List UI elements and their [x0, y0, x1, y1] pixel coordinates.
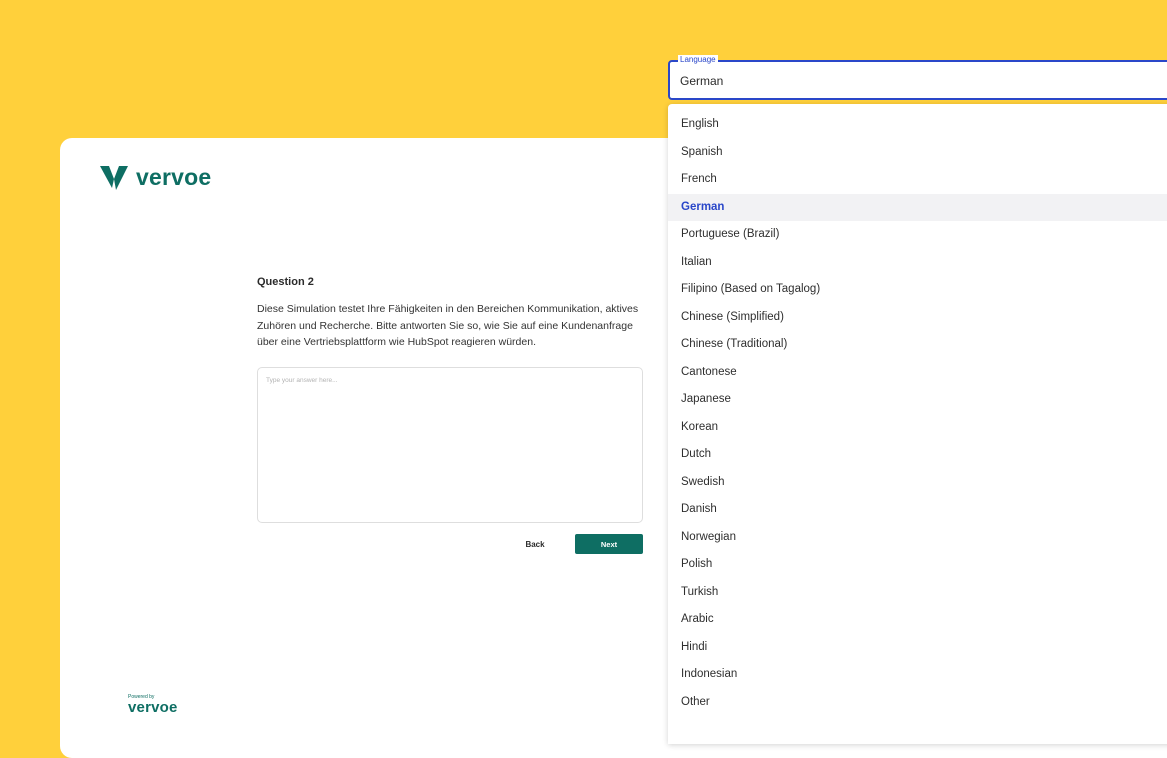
logo-text: vervoe: [136, 164, 212, 190]
question-title: Question 2: [257, 276, 314, 288]
language-option[interactable]: Hindi: [668, 634, 1167, 662]
vervoe-v-icon: [100, 165, 128, 190]
question-block: Question 2 Diese Simulation testet Ihre …: [257, 276, 652, 351]
language-option[interactable]: German: [668, 193, 1167, 221]
language-option[interactable]: Norwegian: [668, 524, 1167, 552]
language-field-label: Language: [678, 55, 718, 65]
language-option[interactable]: French: [668, 166, 1167, 194]
next-button[interactable]: Next: [575, 534, 643, 554]
language-option[interactable]: Filipino (Based on Tagalog): [668, 276, 1167, 304]
language-option[interactable]: Dutch: [668, 441, 1167, 469]
language-option[interactable]: Spanish: [668, 139, 1167, 167]
question-body: Diese Simulation testet Ihre Fähigkeiten…: [257, 303, 639, 348]
language-option[interactable]: Indonesian: [668, 661, 1167, 689]
language-option[interactable]: Polish: [668, 551, 1167, 579]
language-options-list: English Spanish French German Portuguese (Br…: [668, 104, 1167, 716]
answer-placeholder: Type your answer here...: [266, 377, 338, 384]
answer-textarea[interactable]: Type your answer here...: [257, 367, 643, 523]
language-option[interactable]: Portuguese (Brazil): [668, 221, 1167, 249]
language-option[interactable]: Chinese (Simplified): [668, 304, 1167, 332]
powered-by-logo: vervoe: [128, 699, 178, 716]
language-option[interactable]: Korean: [668, 414, 1167, 442]
language-option[interactable]: Italian: [668, 249, 1167, 277]
language-option[interactable]: Turkish: [668, 579, 1167, 607]
language-option[interactable]: Other: [668, 689, 1167, 717]
language-option[interactable]: Danish: [668, 496, 1167, 524]
language-option[interactable]: Arabic: [668, 606, 1167, 634]
vervoe-logo: vervoe: [100, 164, 211, 191]
language-select[interactable]: Language German: [668, 55, 1167, 100]
back-button[interactable]: Back: [512, 534, 558, 554]
language-option[interactable]: English: [668, 111, 1167, 139]
language-dropdown-menu: English Spanish French German Portuguese (Br…: [668, 104, 1167, 744]
language-selected-value: German: [680, 74, 724, 88]
powered-by-badge: Powered by vervoe: [128, 694, 178, 716]
language-option[interactable]: Japanese: [668, 386, 1167, 414]
language-option[interactable]: Cantonese: [668, 359, 1167, 387]
language-option[interactable]: Swedish: [668, 469, 1167, 497]
language-option[interactable]: Chinese (Traditional): [668, 331, 1167, 359]
